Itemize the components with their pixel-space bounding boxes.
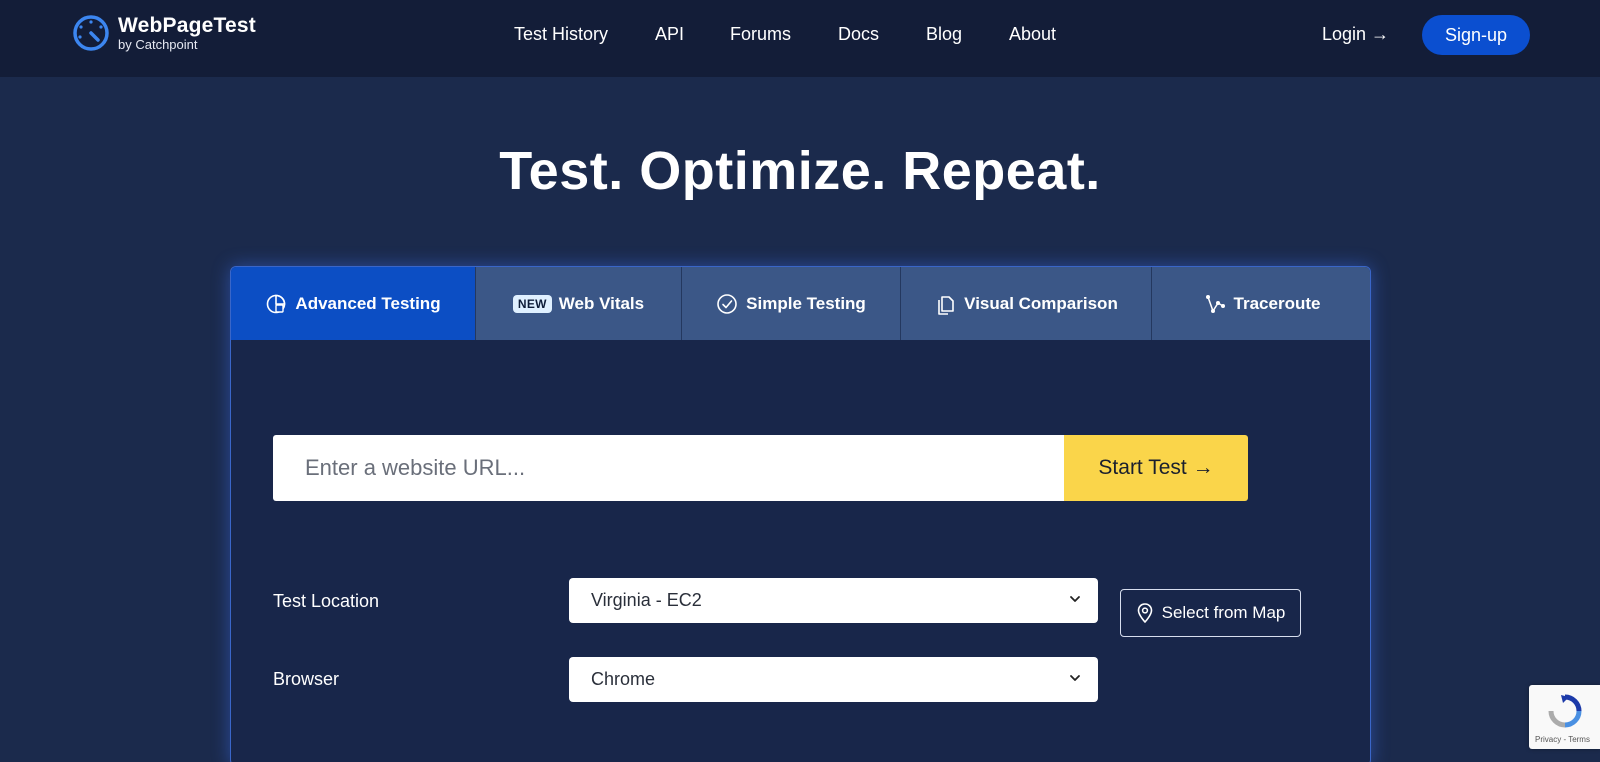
browser-label: Browser xyxy=(273,669,340,689)
route-nodes-icon xyxy=(1205,294,1225,313)
start-test-button[interactable]: Start Test → xyxy=(1064,435,1248,501)
brand-logo[interactable]: WebPageTest by Catchpoint xyxy=(71,13,256,53)
check-circle-icon xyxy=(717,293,737,314)
new-badge: NEW xyxy=(512,294,552,313)
chevron-down-icon xyxy=(1070,675,1080,681)
chevron-down-icon xyxy=(1070,596,1080,602)
tab-visual-label: Visual Comparison xyxy=(964,293,1118,313)
speedometer-icon xyxy=(73,15,109,51)
signup-button[interactable]: Sign-up xyxy=(1422,15,1530,55)
url-test-row: Start Test → xyxy=(273,435,1248,501)
browser-value: Chrome xyxy=(591,669,656,689)
copy-documents-icon xyxy=(938,295,954,315)
select-from-map-label: Select from Map xyxy=(1161,603,1286,622)
brand-subtitle: by Catchpoint xyxy=(118,37,198,52)
top-navigation-bar: WebPageTest by Catchpoint Test History A… xyxy=(0,0,1600,77)
map-pin-icon xyxy=(1137,603,1152,624)
recaptcha-links[interactable]: Privacy - Terms xyxy=(1535,735,1590,744)
nav-about[interactable]: About xyxy=(1009,24,1056,45)
test-location-value: Virginia - EC2 xyxy=(591,590,702,610)
browser-select[interactable]: Chrome xyxy=(569,657,1098,702)
tab-web-vitals-label: Web Vitals xyxy=(558,293,645,313)
tab-web-vitals[interactable]: NEW Web Vitals xyxy=(475,267,681,340)
tab-simple-testing[interactable]: Simple Testing xyxy=(681,267,900,340)
select-from-map-button[interactable]: Select from Map xyxy=(1120,589,1301,637)
tab-visual-comparison[interactable]: Visual Comparison xyxy=(900,267,1151,340)
tab-traceroute[interactable]: Traceroute xyxy=(1151,267,1370,340)
tab-advanced-testing[interactable]: Advanced Testing xyxy=(231,267,475,340)
tab-traceroute-label: Traceroute xyxy=(1233,293,1321,313)
url-input[interactable] xyxy=(273,435,1064,501)
nav-forums[interactable]: Forums xyxy=(730,24,791,45)
login-link[interactable]: Login → xyxy=(1322,24,1389,45)
nav-blog[interactable]: Blog xyxy=(926,24,962,45)
recaptcha-badge[interactable]: Privacy - Terms xyxy=(1529,685,1600,749)
tab-advanced-label: Advanced Testing xyxy=(295,293,441,313)
tab-simple-label: Simple Testing xyxy=(746,293,866,313)
gauge-icon xyxy=(267,294,286,313)
test-panel: Advanced Testing NEW Web Vitals Simple T… xyxy=(230,266,1371,762)
test-location-select[interactable]: Virginia - EC2 xyxy=(569,578,1098,623)
brand-title: WebPageTest xyxy=(118,14,256,37)
nav-docs[interactable]: Docs xyxy=(838,24,879,45)
test-location-label: Test Location xyxy=(273,591,380,611)
recaptcha-logo-icon xyxy=(1548,694,1582,728)
nav-api[interactable]: API xyxy=(655,24,684,45)
nav-test-history[interactable]: Test History xyxy=(514,24,608,45)
page-headline: Test. Optimize. Repeat. xyxy=(499,141,1101,201)
test-type-tabs: Advanced Testing NEW Web Vitals Simple T… xyxy=(231,267,1370,340)
